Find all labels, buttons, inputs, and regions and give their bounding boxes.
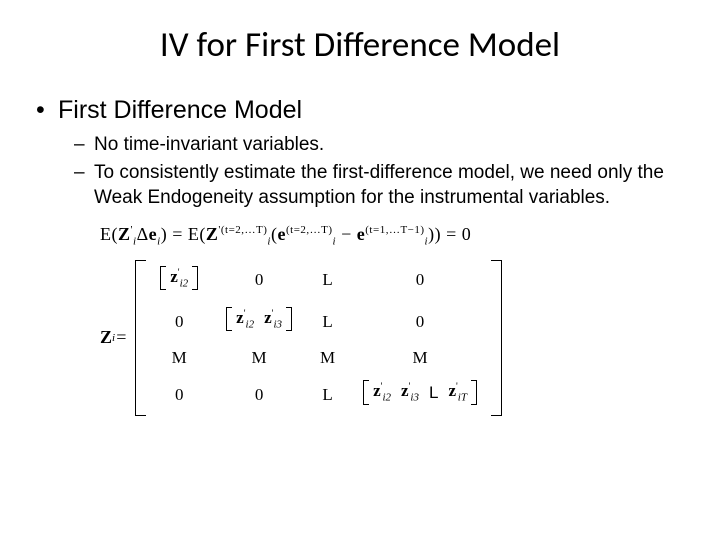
matrix-cell: 0	[146, 374, 212, 415]
z: z	[373, 381, 381, 400]
matrix-cell: z'i2 z'i3 L z'iT	[349, 374, 491, 415]
matrix-cell: M	[146, 342, 212, 374]
eqn-E: E	[188, 224, 200, 244]
matrix-cell: M	[212, 342, 306, 374]
matrix-cell: L	[306, 301, 349, 342]
ix: i2	[180, 277, 189, 289]
eqn-e: e	[149, 224, 158, 244]
eqn-sup: (t=1,…T−1)	[365, 224, 424, 236]
matrix-cell: z'i2 z'i3	[212, 301, 306, 342]
eqn-Z: Z	[206, 224, 219, 244]
bullet-level2: – To consistently estimate the first-dif…	[74, 161, 684, 210]
bracket-right	[491, 260, 502, 416]
ix: i2	[382, 392, 391, 404]
sub-bracket: z'i2	[160, 266, 198, 290]
eqn-e: e	[357, 224, 366, 244]
z: z	[264, 308, 272, 327]
matrix-cell: 0	[349, 301, 491, 342]
z: z	[448, 381, 456, 400]
ix: i3	[273, 318, 282, 330]
matrix-eq: =	[115, 327, 127, 348]
bracket-left	[135, 260, 146, 416]
sub-bracket: z'i2 z'i3	[226, 307, 292, 331]
bullet-dash: –	[74, 133, 94, 157]
matrix-cell: 0	[146, 301, 212, 342]
bullet-level2: – No time-invariant variables.	[74, 133, 684, 157]
eqn-delta: Δ	[137, 224, 149, 244]
matrix-cell: L	[306, 260, 349, 301]
eqn-E: E	[100, 224, 112, 244]
matrix-cell: M	[306, 342, 349, 374]
eqn-minus: −	[336, 224, 357, 244]
matrix-row: z'i2 0 L 0	[146, 260, 491, 301]
math-area: E(Z'iΔei) = E(Z'(t=2,…T)i(e(t=2,…T)i − e…	[100, 224, 684, 416]
matrix-cell: 0	[212, 374, 306, 415]
heading-text: First Difference Model	[58, 96, 302, 125]
eqn-e: e	[277, 224, 286, 244]
matrix-cell: z'i2	[146, 260, 212, 301]
eqn-Z: Z	[118, 224, 131, 244]
eqn-eq: =	[167, 224, 188, 244]
matrix-cell: 0	[212, 260, 306, 301]
eqn-eq0: = 0	[441, 224, 471, 244]
slide: IV for First Difference Model • First Di…	[0, 0, 720, 540]
eqn-sup: (t=2,…T)	[286, 224, 333, 236]
matrix-Z: Z	[100, 327, 112, 348]
matrix-lhs: Zi =	[100, 260, 135, 416]
z: z	[236, 308, 244, 327]
slide-title: IV for First Difference Model	[36, 24, 684, 66]
ix: i2	[246, 318, 255, 330]
point-text: No time-invariant variables.	[94, 133, 324, 157]
bullet-dot: •	[36, 96, 58, 125]
matrix-cell: 0	[349, 260, 491, 301]
point-text: To consistently estimate the first-diffe…	[94, 161, 684, 210]
z: z	[401, 381, 409, 400]
eqn-prime: '	[131, 224, 133, 236]
matrix: Zi = z'i2 0 L 0	[100, 260, 684, 416]
eqn-sup: (t=2,…T)	[221, 224, 268, 236]
ix: i3	[410, 392, 419, 404]
sub-bracket: z'i2 z'i3 L z'iT	[363, 380, 477, 404]
ix: iT	[458, 392, 467, 404]
matrix-row: 0 z'i2 z'i3 L 0	[146, 301, 491, 342]
matrix-cell: L	[306, 374, 349, 415]
bullet-level1: • First Difference Model	[36, 96, 684, 125]
bullet-dash: –	[74, 161, 94, 185]
ell: L	[429, 383, 438, 403]
matrix-cell: M	[349, 342, 491, 374]
matrix-row: 0 0 L z'i2 z'i3 L z'iT	[146, 374, 491, 415]
matrix-body: z'i2 0 L 0 0 z'i2	[146, 260, 491, 416]
z: z	[170, 267, 178, 286]
matrix-row: M M M M	[146, 342, 491, 374]
equation: E(Z'iΔei) = E(Z'(t=2,…T)i(e(t=2,…T)i − e…	[100, 224, 684, 248]
